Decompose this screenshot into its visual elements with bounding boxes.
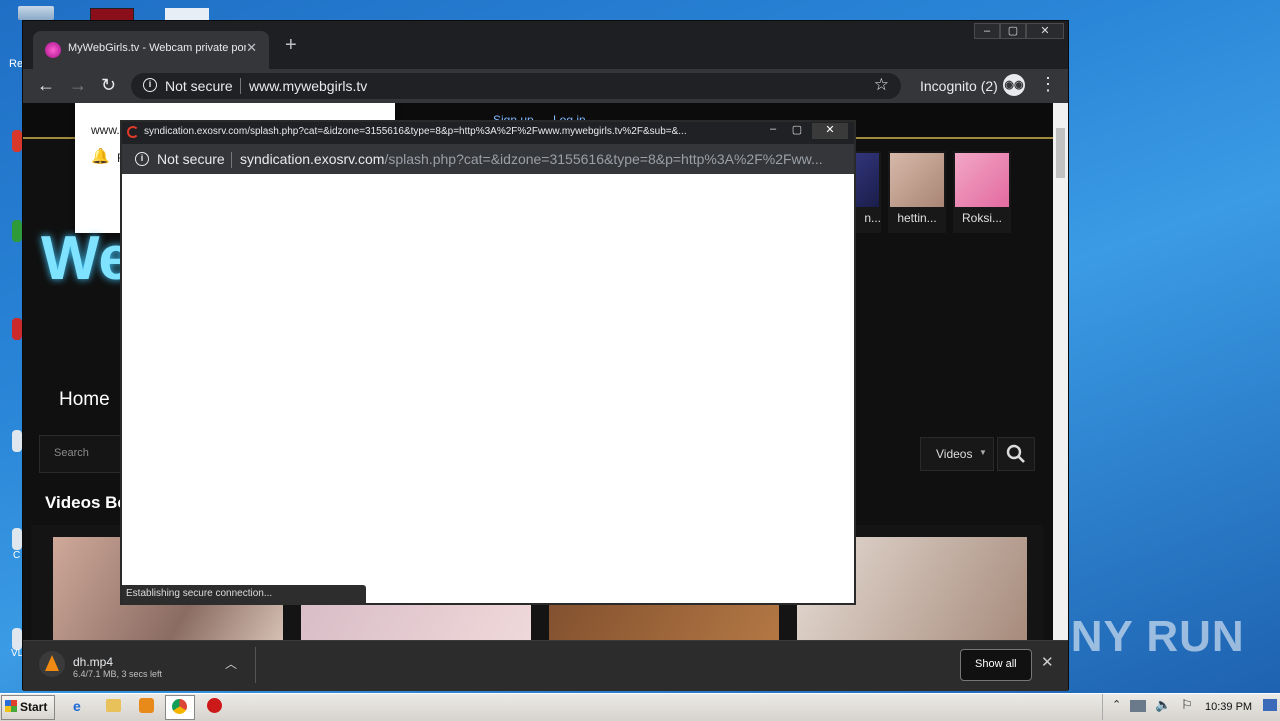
desktop-icon-recycle-bin[interactable]: [18, 6, 54, 20]
popup-title-bar: syndication.exosrv.com/splash.php?cat=&i…: [122, 122, 854, 144]
url-text[interactable]: www.mywebgirls.tv: [249, 78, 367, 94]
search-icon: [1006, 444, 1025, 463]
desktop-icon-app-5[interactable]: [12, 528, 22, 550]
divider: [240, 78, 241, 94]
popup-address-bar: i Not secure syndication.exosrv.com/spla…: [122, 144, 854, 174]
desktop-icon-top-3[interactable]: [165, 8, 209, 20]
page-scrollbar[interactable]: [1053, 103, 1068, 640]
desktop-icon-app-6[interactable]: [12, 628, 22, 650]
scrollbar-thumb[interactable]: [1056, 128, 1065, 178]
popup-maximize-button[interactable]: ▢: [786, 123, 808, 139]
explorer-icon[interactable]: [106, 699, 121, 712]
nav-home[interactable]: Home: [59, 389, 110, 411]
reload-icon[interactable]: ↻: [101, 74, 116, 96]
desktop-icon-app-1[interactable]: [12, 130, 22, 152]
maximize-button[interactable]: ▢: [1000, 23, 1026, 39]
desktop-icon-label: Re: [9, 58, 24, 70]
search-button[interactable]: [997, 437, 1035, 471]
show-all-label: Show all: [975, 658, 1017, 670]
clock[interactable]: 10:39 PM: [1205, 701, 1252, 713]
desktop-icon-app-3[interactable]: [12, 318, 22, 340]
popup-close-button[interactable]: ✕: [812, 123, 848, 139]
close-download-bar-icon[interactable]: ✕: [1041, 653, 1054, 671]
videos-dropdown-label: Videos: [936, 447, 973, 461]
media-player-icon[interactable]: [139, 698, 154, 713]
show-desktop-icon[interactable]: [1263, 699, 1277, 711]
search-placeholder: Search: [54, 447, 89, 459]
desktop-icon-app-2[interactable]: [12, 220, 22, 242]
model-thumbnail: [890, 153, 944, 207]
popup-status-bubble: Establishing secure connection...: [122, 585, 366, 605]
popup-window: syndication.exosrv.com/splash.php?cat=&i…: [120, 120, 856, 605]
notification-origin: www.: [91, 123, 120, 137]
download-bar: dh.mp4 6.4/7.1 MB, 3 secs left ︿ Show al…: [23, 640, 1068, 691]
bell-icon: 🔔: [91, 148, 110, 165]
tray-expand-icon[interactable]: ⌃: [1112, 698, 1121, 711]
site-favicon-icon: [45, 42, 61, 58]
incognito-label[interactable]: Incognito (2): [920, 78, 998, 94]
windows-logo-icon: [5, 700, 17, 712]
tab-title: MyWebGirls.tv - Webcam private porn: [68, 42, 246, 54]
info-icon[interactable]: i: [143, 78, 157, 92]
videos-dropdown[interactable]: Videos ▼: [920, 437, 994, 471]
download-divider: [255, 647, 256, 683]
popup-security-label: Not secure: [157, 151, 225, 167]
chevron-down-icon: ▼: [979, 448, 987, 457]
network-icon[interactable]: [1130, 700, 1146, 712]
popup-url-domain: syndication.exosrv.com: [240, 151, 385, 167]
chevron-up-icon[interactable]: ︿: [225, 655, 237, 672]
desktop-icon-app-4[interactable]: [12, 430, 22, 452]
download-filename[interactable]: dh.mp4: [73, 655, 113, 669]
minimize-button[interactable]: –: [974, 23, 1000, 39]
address-bar[interactable]: i Not secure www.mywebgirls.tv ☆: [131, 73, 901, 99]
close-tab-icon[interactable]: ✕: [246, 40, 257, 56]
browser-tab[interactable]: MyWebGirls.tv - Webcam private porn ✕: [33, 31, 269, 69]
model-card[interactable]: hettin...: [888, 151, 946, 233]
model-thumbnail: [955, 153, 1009, 207]
volume-icon[interactable]: 🔈: [1155, 697, 1171, 713]
security-label: Not secure: [165, 78, 233, 94]
download-progress: 6.4/7.1 MB, 3 secs left: [73, 669, 163, 679]
info-icon[interactable]: i: [135, 152, 149, 166]
loading-spinner-icon: [127, 126, 139, 138]
popup-title: syndication.exosrv.com/splash.php?cat=&i…: [144, 126, 687, 137]
opera-icon[interactable]: [207, 698, 222, 713]
chrome-icon: [172, 699, 187, 714]
toolbar: ← → ↻ i Not secure www.mywebgirls.tv ☆ I…: [23, 69, 1068, 103]
menu-icon[interactable]: ⋮: [1039, 74, 1057, 95]
popup-url-path: /splash.php?cat=&idzone=3155616&type=8&p…: [384, 151, 823, 167]
incognito-icon[interactable]: ◉◉: [1003, 74, 1025, 96]
model-name: Roksi...: [961, 211, 1002, 225]
flag-icon[interactable]: ⚐: [1181, 697, 1193, 713]
close-window-button[interactable]: ✕: [1026, 23, 1064, 39]
forward-icon[interactable]: →: [69, 74, 87, 96]
bookmark-star-icon[interactable]: ☆: [874, 75, 889, 95]
model-card[interactable]: Roksi...: [953, 151, 1011, 233]
popup-url: syndication.exosrv.com/splash.php?cat=&i…: [240, 151, 840, 167]
show-all-button[interactable]: Show all: [960, 649, 1032, 681]
vlc-file-icon: [39, 651, 65, 677]
ie-icon[interactable]: e: [73, 698, 81, 714]
section-title: Videos Be: [45, 493, 127, 512]
start-button[interactable]: Start: [1, 695, 55, 720]
tray-area: ⌃ 🔈 ⚐ 10:39 PM: [1102, 694, 1280, 720]
new-tab-button[interactable]: +: [285, 34, 297, 57]
title-bar: – ▢ ✕ MyWebGirls.tv - Webcam private por…: [23, 21, 1068, 69]
desktop-icon-label: C: [13, 550, 21, 561]
popup-status-text: Establishing secure connection...: [126, 588, 273, 599]
back-icon[interactable]: ←: [37, 74, 55, 96]
model-name: hettin...: [897, 211, 937, 225]
chrome-taskbar-button[interactable]: [165, 695, 195, 720]
divider: [231, 152, 232, 168]
start-label: Start: [20, 700, 48, 714]
taskbar: Start e ⌃ 🔈 ⚐ 10:39 PM: [0, 693, 1280, 721]
popup-minimize-button[interactable]: –: [762, 123, 784, 139]
